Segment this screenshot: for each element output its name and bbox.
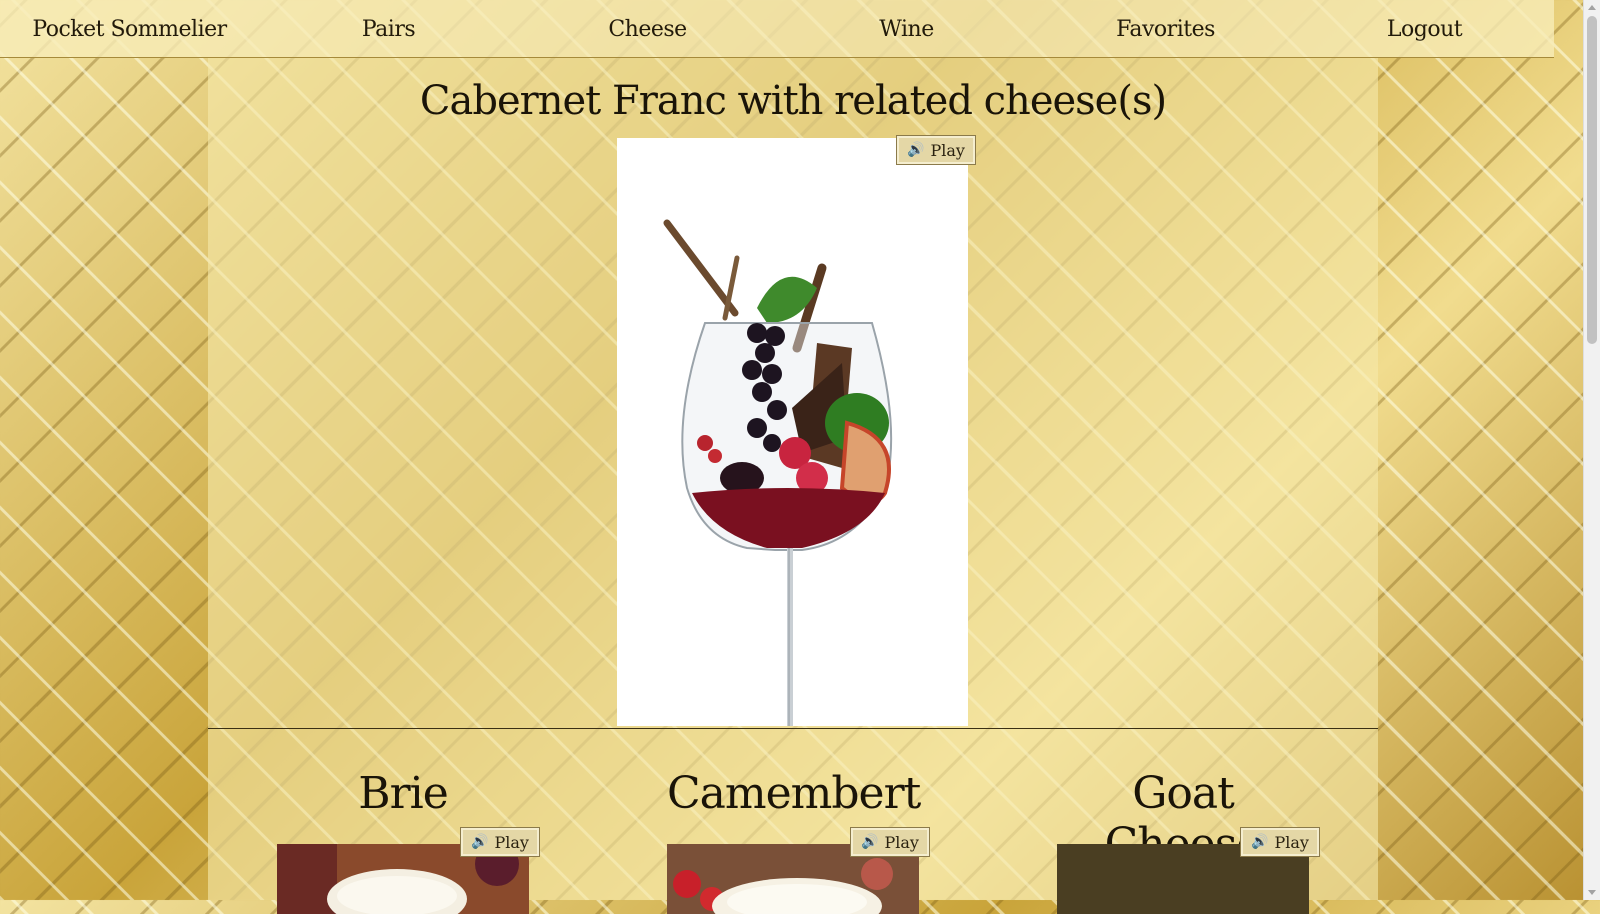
wine-play-button[interactable]: 🔊 Play: [896, 135, 976, 165]
nav-favorites-link[interactable]: Favorites: [1036, 15, 1295, 42]
top-navbar: Pocket Sommelier Pairs Cheese Wine Favor…: [0, 0, 1554, 58]
cheese-title-camembert: Camembert: [667, 768, 921, 819]
brie-play-label: Play: [494, 832, 529, 852]
page-title: Cabernet Franc with related cheese(s): [419, 78, 1167, 124]
goat-cheese-play-label: Play: [1274, 832, 1309, 852]
scroll-down-arrow-icon[interactable]: [1588, 890, 1596, 895]
nav-wine-link[interactable]: Wine: [777, 15, 1036, 42]
speaker-icon: 🔊: [861, 834, 879, 850]
vertical-scrollbar[interactable]: [1583, 0, 1600, 900]
nav-logout-link[interactable]: Logout: [1295, 15, 1554, 42]
speaker-icon: 🔊: [471, 834, 489, 850]
scrollbar-thumb[interactable]: [1587, 16, 1597, 344]
camembert-play-label: Play: [884, 832, 919, 852]
speaker-icon: 🔊: [907, 142, 925, 158]
scroll-up-arrow-icon[interactable]: [1588, 5, 1596, 10]
wine-glass-image: [617, 138, 968, 726]
camembert-play-button[interactable]: 🔊 Play: [850, 827, 930, 857]
content-panel: Cabernet Franc with related cheese(s) 🔊 …: [208, 58, 1378, 914]
nav-brand-link[interactable]: Pocket Sommelier: [0, 15, 259, 42]
nav-cheese-link[interactable]: Cheese: [518, 15, 777, 42]
speaker-icon: 🔊: [1251, 834, 1269, 850]
nav-pairs-link[interactable]: Pairs: [259, 15, 518, 42]
wine-glass-with-fruits-icon: [663, 219, 893, 726]
wine-play-label: Play: [930, 140, 965, 160]
goat-cheese-play-button[interactable]: 🔊 Play: [1240, 827, 1320, 857]
cheese-title-brie: Brie: [358, 768, 448, 819]
brie-play-button[interactable]: 🔊 Play: [460, 827, 540, 857]
page: Pocket Sommelier Pairs Cheese Wine Favor…: [0, 0, 1584, 914]
section-divider: [208, 728, 1378, 729]
